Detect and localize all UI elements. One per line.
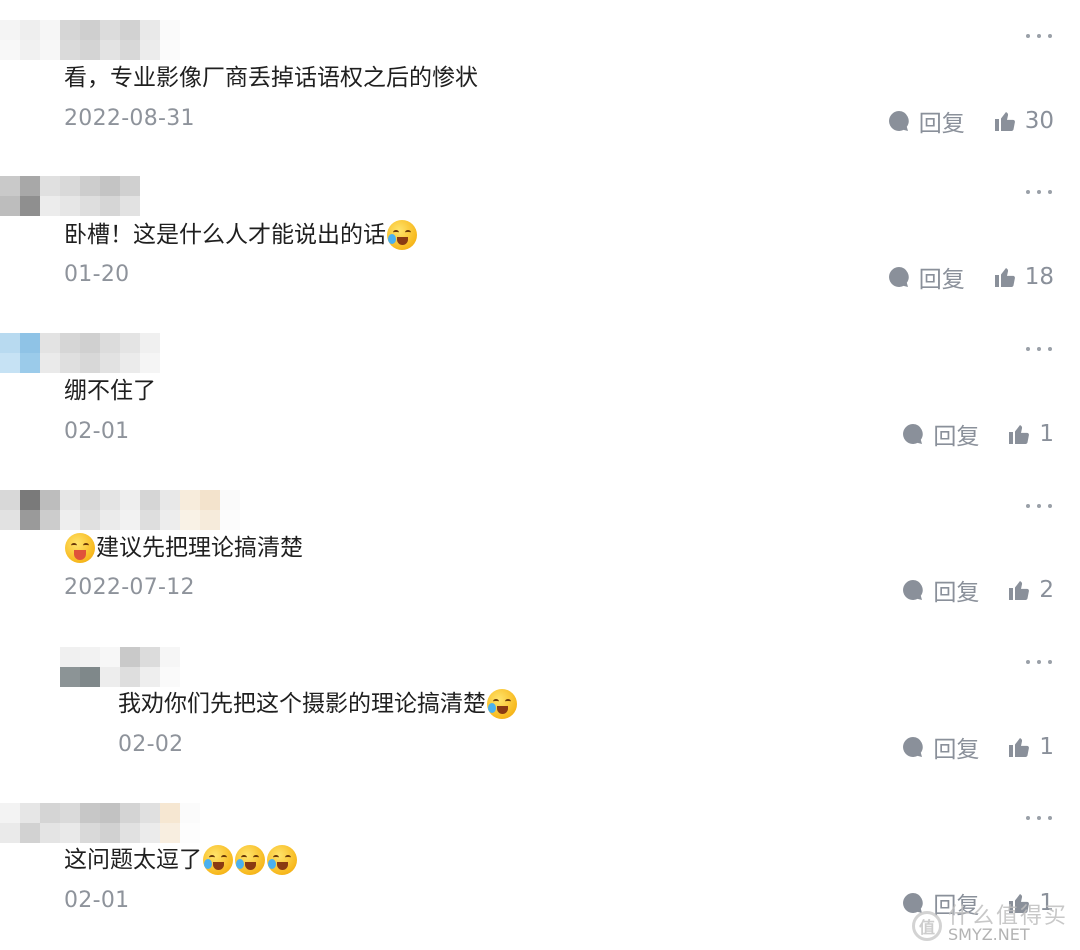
reply-bubble-icon	[903, 580, 924, 600]
like-count: 30	[1024, 108, 1054, 134]
watermark-logo-icon: 值	[911, 911, 942, 941]
comment-text: 我劝你们先把这个摄影的理论搞清楚	[118, 687, 518, 721]
like-count: 1	[1039, 421, 1054, 447]
comment-text: 看，专业影像厂商丢掉话语权之后的惨状	[64, 65, 478, 91]
comment-text: 卧槽！这是什么人才能说出的话	[64, 218, 418, 252]
like-count: 2	[1039, 577, 1054, 603]
watermark-en: SMYZ.NET	[947, 925, 1030, 944]
reply-button[interactable]: 回复	[887, 260, 965, 294]
avatar-username-blurred[interactable]	[0, 490, 240, 530]
avatar-username-blurred[interactable]	[0, 803, 200, 843]
reply-button[interactable]: 回复	[901, 573, 979, 607]
comment-actions: 回复 18	[887, 260, 1054, 294]
comment-date: 02-02	[118, 732, 184, 757]
reply-button[interactable]: 回复	[887, 104, 965, 138]
comment-date: 01-20	[64, 262, 130, 287]
laugh-cry-emoji	[487, 689, 517, 719]
reply-label: 回复	[933, 580, 980, 606]
comment-actions: 回复 30	[887, 104, 1054, 138]
comment-date: 2022-07-12	[64, 575, 195, 600]
laugh-cry-emoji	[267, 845, 297, 875]
reply-label: 回复	[918, 267, 965, 293]
laugh-cry-emoji	[203, 845, 233, 875]
reply-label: 回复	[933, 424, 980, 450]
more-options-icon[interactable]	[1026, 500, 1052, 512]
comment-text: 建议先把理论搞清楚	[64, 531, 303, 565]
avatar-username-blurred[interactable]	[0, 333, 160, 373]
more-options-icon[interactable]	[1026, 343, 1052, 355]
like-button[interactable]: 1	[1007, 734, 1054, 760]
watermark-cn: 什么值得买	[947, 904, 1068, 929]
thumbs-up-icon	[994, 268, 1015, 287]
comment-date: 2022-08-31	[64, 106, 195, 131]
more-options-icon[interactable]	[1026, 656, 1052, 668]
comment-text: 这问题太逗了	[64, 843, 298, 877]
like-button[interactable]: 2	[1007, 577, 1054, 603]
comment-text: 绷不住了	[64, 378, 156, 404]
like-button[interactable]: 1	[1007, 421, 1054, 447]
reply-bubble-icon	[903, 424, 924, 444]
comment-actions: 回复 1	[901, 730, 1054, 764]
comment-actions: 回复 2	[901, 573, 1054, 607]
avatar-username-blurred[interactable]	[0, 176, 140, 216]
more-options-icon[interactable]	[1026, 186, 1052, 198]
reply-bubble-icon	[903, 737, 924, 757]
avatar-username-blurred[interactable]	[60, 647, 180, 687]
comment-date: 02-01	[64, 419, 130, 444]
comment-date: 02-01	[64, 888, 130, 913]
reply-label: 回复	[918, 111, 965, 137]
comment-actions: 回复 1	[901, 417, 1054, 451]
avatar-username-blurred[interactable]	[0, 20, 180, 60]
thumbs-up-icon	[994, 112, 1015, 131]
thumbs-up-icon	[1009, 738, 1030, 757]
site-watermark: 值 什么值得买 SMYZ.NET	[911, 904, 1068, 944]
like-button[interactable]: 18	[993, 264, 1054, 290]
laugh-cry-emoji	[387, 220, 417, 250]
thumbs-up-icon	[1009, 581, 1030, 600]
reply-bubble-icon	[888, 111, 909, 131]
drool-emoji	[65, 533, 95, 563]
like-count: 18	[1024, 264, 1054, 290]
more-options-icon[interactable]	[1026, 812, 1052, 824]
reply-bubble-icon	[888, 267, 909, 287]
watermark-text: 什么值得买 SMYZ.NET	[947, 904, 1068, 944]
like-count: 1	[1039, 734, 1054, 760]
reply-button[interactable]: 回复	[901, 730, 979, 764]
laugh-cry-emoji	[235, 845, 265, 875]
reply-label: 回复	[933, 737, 980, 763]
more-options-icon[interactable]	[1026, 30, 1052, 42]
reply-button[interactable]: 回复	[901, 417, 979, 451]
like-button[interactable]: 30	[993, 108, 1054, 134]
thumbs-up-icon	[1009, 425, 1030, 444]
